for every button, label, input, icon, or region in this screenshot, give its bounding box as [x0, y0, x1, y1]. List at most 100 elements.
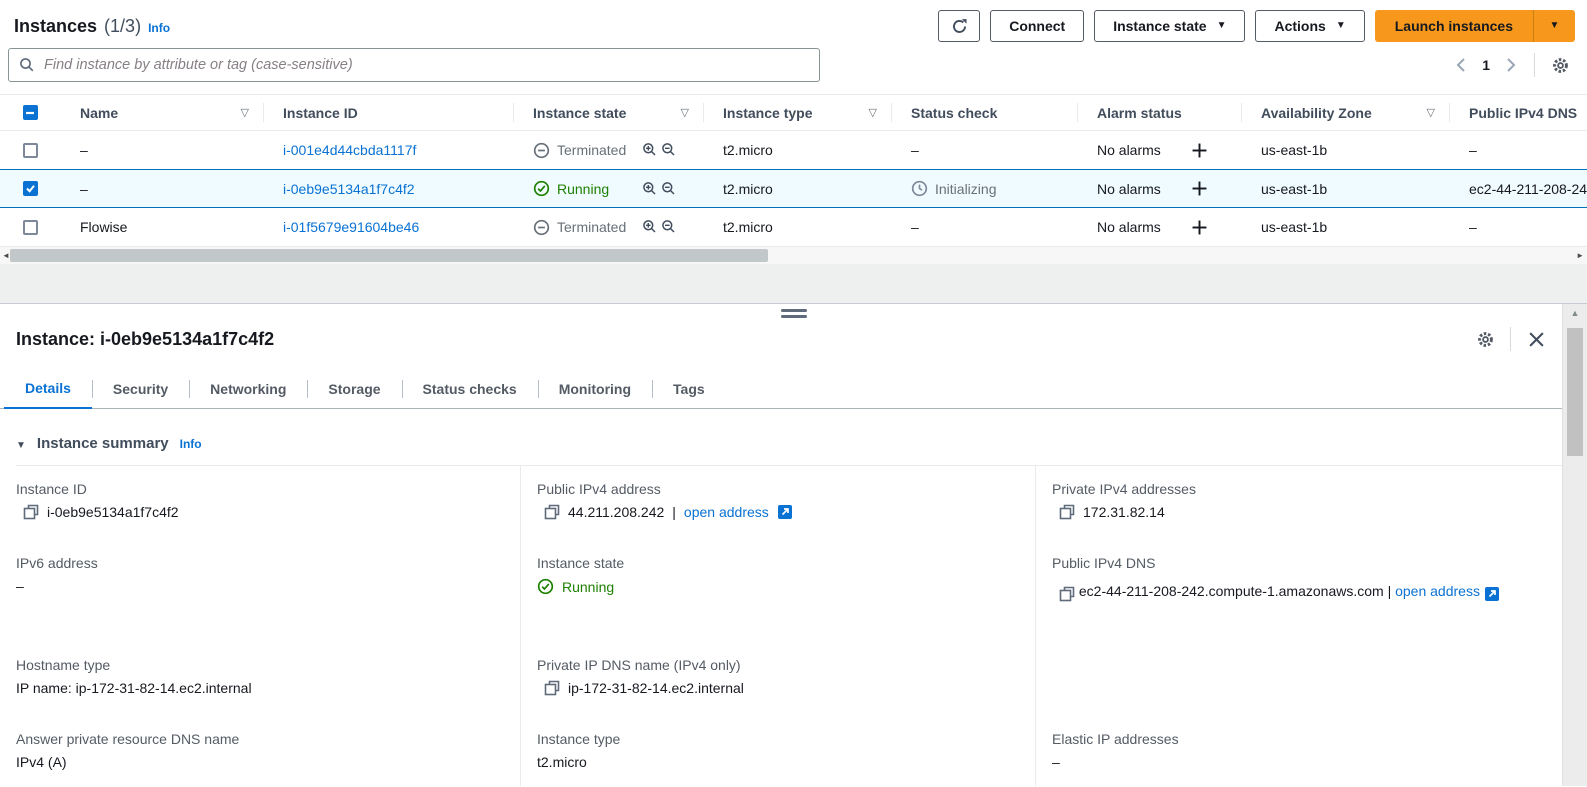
previous-page-button[interactable]: [1448, 52, 1474, 78]
panel-settings-gear-icon[interactable]: [1470, 324, 1500, 354]
horizontal-scrollbar-thumb[interactable]: [10, 249, 768, 262]
zoom-out-icon[interactable]: [661, 181, 677, 197]
next-page-button[interactable]: [1498, 52, 1524, 78]
public-dns-cell: –: [1449, 219, 1587, 235]
divider: [1510, 327, 1511, 351]
search-icon: [19, 57, 35, 73]
column-header-availability-zone[interactable]: Availability Zone ▽: [1241, 95, 1449, 130]
instance-state-dropdown[interactable]: Instance state ▼: [1094, 10, 1245, 42]
open-address-link[interactable]: open address: [1395, 583, 1480, 599]
tab-monitoring[interactable]: Monitoring: [538, 370, 652, 408]
add-alarm-plus-icon[interactable]: [1192, 181, 1207, 196]
sort-icon: ▽: [681, 106, 689, 119]
row-checkbox[interactable]: [23, 220, 38, 235]
instance-id-link[interactable]: i-01f5679e91604be46: [283, 219, 419, 235]
actions-dropdown[interactable]: Actions ▼: [1255, 10, 1364, 42]
add-alarm-plus-icon[interactable]: [1192, 220, 1207, 235]
panel-resize-handle[interactable]: [781, 309, 807, 318]
tab-networking[interactable]: Networking: [189, 370, 307, 408]
page-number[interactable]: 1: [1474, 57, 1498, 73]
copy-icon[interactable]: [23, 504, 39, 520]
search-input[interactable]: [44, 57, 809, 73]
launch-instances-dropdown[interactable]: ▼: [1533, 10, 1575, 42]
zoom-in-icon[interactable]: [642, 219, 658, 235]
column-header-name[interactable]: Name ▽: [60, 95, 263, 130]
name-cell: Flowise: [60, 219, 263, 235]
instance-count: (1/3): [104, 16, 141, 37]
field-public-ipv4-dns: Public IPv4 DNS ec2-44-211-208-242.compu…: [1036, 540, 1571, 642]
field-value: ip-172-31-82-14.ec2.internal: [568, 680, 744, 696]
row-checkbox[interactable]: [23, 143, 38, 158]
tab-details[interactable]: Details: [4, 370, 92, 409]
zoom-in-icon[interactable]: [642, 142, 658, 158]
page-title: Instances: [14, 16, 97, 37]
scroll-up-icon[interactable]: ▲: [1563, 308, 1587, 318]
copy-icon[interactable]: [1059, 586, 1075, 602]
empty-cell: [1036, 642, 1571, 716]
field-private-ipv4-addresses: Private IPv4 addresses 172.31.82.14: [1036, 466, 1571, 540]
table-row[interactable]: Flowise i-01f5679e91604be46 Terminated t…: [0, 208, 1587, 247]
launch-instances-button[interactable]: Launch instances: [1375, 10, 1533, 42]
caret-down-icon: ▼: [1550, 21, 1560, 31]
value-separator: |: [672, 504, 676, 520]
zoom-out-icon[interactable]: [661, 219, 677, 235]
info-link[interactable]: Info: [148, 21, 170, 35]
external-link-icon: [1484, 581, 1500, 607]
tab-security[interactable]: Security: [92, 370, 189, 408]
close-icon[interactable]: [1521, 324, 1551, 354]
add-alarm-plus-icon[interactable]: [1192, 143, 1207, 158]
field-instance-type: Instance type t2.micro: [521, 716, 1036, 786]
instance-type-cell: t2.micro: [703, 181, 891, 197]
copy-icon[interactable]: [1059, 504, 1075, 520]
collapse-caret-icon[interactable]: ▼: [16, 440, 26, 451]
table-row[interactable]: – i-0eb9e5134a1f7c4f2 Running t2.micro I…: [0, 169, 1587, 208]
column-header-instance-state[interactable]: Instance state ▽: [513, 95, 703, 130]
tab-tags[interactable]: Tags: [652, 370, 726, 408]
field-value: IPv4 (A): [16, 754, 67, 770]
vertical-scrollbar[interactable]: ▲: [1562, 304, 1587, 786]
open-address-link[interactable]: open address: [684, 504, 769, 520]
info-link[interactable]: Info: [180, 437, 202, 451]
refresh-button[interactable]: [938, 10, 980, 42]
status-check-cell: –: [891, 142, 1077, 158]
column-header-instance-type[interactable]: Instance type ▽: [703, 95, 891, 130]
field-instance-state: Instance state Running: [521, 540, 1036, 642]
field-value: IP name: ip-172-31-82-14.ec2.internal: [16, 680, 252, 696]
pagination: 1: [1448, 50, 1575, 80]
connect-button[interactable]: Connect: [990, 10, 1084, 42]
scroll-right-icon[interactable]: ►: [1576, 247, 1584, 264]
alarm-status-text: No alarms: [1097, 181, 1161, 197]
field-private-ip-dns-name: Private IP DNS name (IPv4 only) ip-172-3…: [521, 642, 1036, 716]
field-value: i-0eb9e5134a1f7c4f2: [47, 504, 179, 520]
terminated-icon: [533, 219, 550, 236]
tab-status-checks[interactable]: Status checks: [402, 370, 538, 408]
scroll-left-icon[interactable]: ◄: [2, 247, 10, 264]
select-all-checkbox[interactable]: [23, 105, 38, 120]
running-icon: [533, 180, 550, 197]
preferences-gear-icon[interactable]: [1545, 50, 1575, 80]
search-box[interactable]: [8, 48, 820, 82]
table-row[interactable]: – i-001e4d44cbda1117f Terminated t2.micr…: [0, 131, 1587, 170]
launch-instances-split-button: Launch instances ▼: [1375, 10, 1575, 42]
availability-zone-cell: us-east-1b: [1241, 142, 1449, 158]
horizontal-scrollbar[interactable]: ◄ ►: [0, 247, 1587, 264]
search-row: 1: [0, 44, 1587, 86]
field-value: ec2-44-211-208-242.compute-1.amazonaws.c…: [1079, 583, 1384, 599]
copy-icon[interactable]: [544, 504, 560, 520]
vertical-scrollbar-thumb[interactable]: [1567, 328, 1583, 456]
refresh-icon: [951, 18, 968, 35]
instances-header: Instances (1/3) Info Connect Instance st…: [0, 0, 1587, 44]
tab-storage[interactable]: Storage: [307, 370, 401, 408]
instance-id-link[interactable]: i-001e4d44cbda1117f: [283, 142, 416, 158]
field-value: –: [16, 578, 24, 594]
field-instance-id: Instance ID i-0eb9e5134a1f7c4f2: [16, 466, 521, 540]
availability-zone-cell: us-east-1b: [1241, 181, 1449, 197]
copy-icon[interactable]: [544, 680, 560, 696]
column-header-status-check: Status check: [891, 95, 1077, 130]
instance-id-link[interactable]: i-0eb9e5134a1f7c4f2: [283, 181, 415, 197]
zoom-out-icon[interactable]: [661, 142, 677, 158]
field-value: 172.31.82.14: [1083, 504, 1165, 520]
zoom-in-icon[interactable]: [642, 181, 658, 197]
field-answer-private-dns: Answer private resource DNS name IPv4 (A…: [16, 716, 521, 786]
row-checkbox[interactable]: [23, 181, 38, 196]
